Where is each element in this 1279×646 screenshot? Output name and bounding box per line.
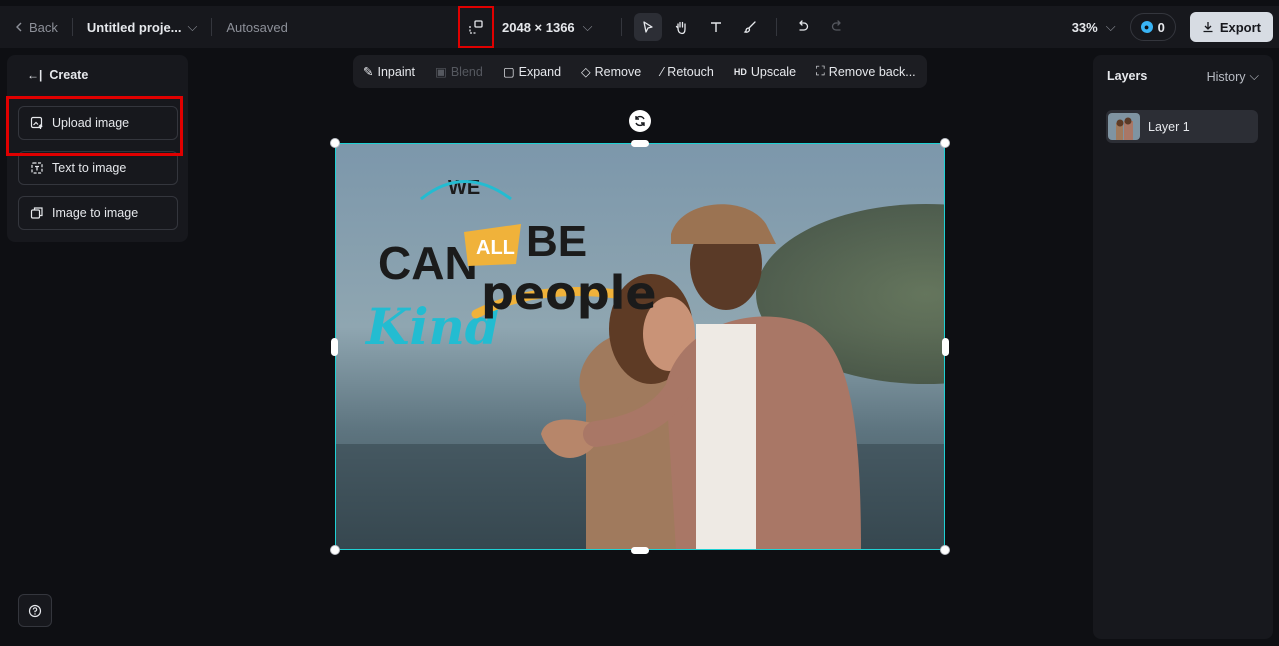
divider: [775, 18, 777, 36]
divider: [211, 18, 213, 36]
divider: [71, 18, 73, 36]
question-icon: [28, 604, 42, 617]
image-to-image-button[interactable]: Image to image: [18, 196, 178, 230]
resize-handle-left[interactable]: [331, 338, 338, 356]
text-tool[interactable]: [702, 13, 730, 41]
tab-history[interactable]: History ⌵: [1207, 69, 1259, 84]
chevron-down-icon: ⌵: [1249, 69, 1259, 83]
undo-icon: [798, 20, 808, 31]
top-bar: Back Untitled proje... ⌵ Autosaved 2048 …: [0, 6, 1279, 48]
download-icon: [1203, 22, 1213, 33]
credit-icon: ●: [1140, 21, 1153, 33]
expand-label: Expand: [518, 64, 562, 79]
sticker-text-kind: Kind: [364, 297, 500, 356]
sticker-text-people: people: [481, 266, 657, 320]
remove-background-button[interactable]: ⛶ Remove back...: [816, 64, 916, 79]
zoom-level: 33%: [1071, 19, 1098, 35]
retouch-button[interactable]: ⁄ Retouch: [661, 65, 714, 79]
history-label: History: [1206, 69, 1246, 84]
sticker-text-can: CAN: [378, 237, 478, 289]
zoom-dropdown[interactable]: 33% ⌵: [1072, 19, 1116, 35]
remove-button[interactable]: ◇ Remove: [581, 64, 642, 80]
tab-layers[interactable]: Layers: [1107, 69, 1147, 84]
hand-tool[interactable]: [668, 13, 696, 41]
edit-toolbar: ✎ Inpaint ▣ Blend ▢ Expand ◇ Remove ⁄ Re…: [353, 55, 927, 88]
project-title: Untitled proje...: [86, 19, 182, 35]
sticker-text-all: ALL: [476, 237, 515, 259]
chevron-down-icon: ⌵: [1105, 19, 1116, 34]
text-to-image-icon: [31, 162, 43, 174]
text-icon: [710, 22, 721, 32]
autosave-status: Autosaved: [226, 19, 288, 35]
resize-handle-right[interactable]: [942, 338, 949, 356]
image-to-image-icon: [30, 207, 43, 219]
expand-button[interactable]: ▢ Expand: [502, 64, 562, 80]
photo-illustration: WE CAN ALL BE Kind people: [336, 144, 944, 549]
magic-wand-icon: ⁄: [661, 64, 664, 79]
upscale-label: Upscale: [750, 64, 797, 79]
resize-canvas-button[interactable]: [458, 6, 494, 48]
project-title-dropdown[interactable]: Untitled proje... ⌵: [87, 19, 197, 35]
help-button[interactable]: [18, 594, 52, 627]
chevron-left-icon: [16, 22, 22, 32]
inpaint-icon: ✎: [363, 65, 374, 79]
collapse-create-button[interactable]: ←| Create: [27, 68, 88, 82]
inpaint-button[interactable]: ✎ Inpaint: [363, 64, 416, 80]
blend-icon: ▣: [435, 65, 447, 79]
hd-icon: HD: [733, 66, 747, 77]
back-button[interactable]: Back: [14, 20, 58, 35]
canvas-image[interactable]: WE CAN ALL BE Kind people: [335, 143, 945, 550]
person-cutout-icon: ⛶: [816, 64, 825, 78]
export-button[interactable]: Export: [1189, 12, 1273, 42]
highlight-box: [6, 96, 183, 156]
layer-thumbnail: [1108, 113, 1140, 140]
remove-label: Remove: [594, 64, 642, 79]
resize-handle-top[interactable]: [631, 140, 649, 147]
divider: [620, 18, 622, 36]
upscale-button[interactable]: HD Upscale: [734, 65, 796, 79]
inpaint-label: Inpaint: [377, 64, 416, 79]
brush-tool[interactable]: [736, 13, 764, 41]
create-label: Create: [49, 68, 89, 82]
chevron-down-icon: ⌵: [187, 19, 198, 34]
export-label: Export: [1219, 19, 1261, 35]
chevron-down-icon: ⌵: [582, 19, 593, 34]
expand-icon: ▢: [502, 65, 515, 79]
text-to-image-button[interactable]: Text to image: [18, 151, 178, 185]
blend-label: Blend: [450, 64, 483, 79]
canvas-size-dropdown[interactable]: 2048 × 1366 ⌵: [502, 19, 593, 35]
layers-panel: Layers History ⌵ Layer 1: [1093, 55, 1273, 639]
resize-handle-bottom[interactable]: [631, 547, 649, 554]
layer-name: Layer 1: [1148, 119, 1190, 134]
retouch-label: Retouch: [667, 64, 714, 79]
arrow-left-bar-icon: ←|: [27, 68, 43, 82]
layer-item[interactable]: Layer 1: [1106, 110, 1258, 143]
credits-badge[interactable]: ● 0: [1129, 13, 1176, 41]
rotate-icon: [635, 115, 645, 127]
hand-icon: [675, 21, 686, 34]
canvas-size: 2048 × 1366: [502, 19, 575, 35]
back-label: Back: [29, 19, 58, 35]
undo-button[interactable]: [789, 13, 817, 41]
blend-button[interactable]: ▣ Blend: [435, 64, 483, 80]
resize-icon: [469, 20, 483, 34]
remove-background-label: Remove back...: [828, 64, 916, 79]
redo-button[interactable]: [823, 13, 851, 41]
resize-handle-top-right[interactable]: [940, 138, 950, 148]
image-to-image-label: Image to image: [52, 206, 139, 220]
resize-handle-top-left[interactable]: [330, 138, 340, 148]
resize-handle-bottom-left[interactable]: [330, 545, 340, 555]
cursor-icon: [642, 21, 653, 33]
sticker-text-be: BE: [526, 217, 587, 266]
resize-handle-bottom-right[interactable]: [940, 545, 950, 555]
eraser-icon: ◇: [581, 65, 591, 79]
credits-count: 0: [1157, 19, 1165, 35]
text-to-image-label: Text to image: [52, 161, 127, 175]
select-tool[interactable]: [633, 13, 662, 41]
rotate-handle[interactable]: [629, 110, 651, 132]
redo-icon: [831, 20, 841, 31]
brush-icon: [743, 21, 756, 33]
